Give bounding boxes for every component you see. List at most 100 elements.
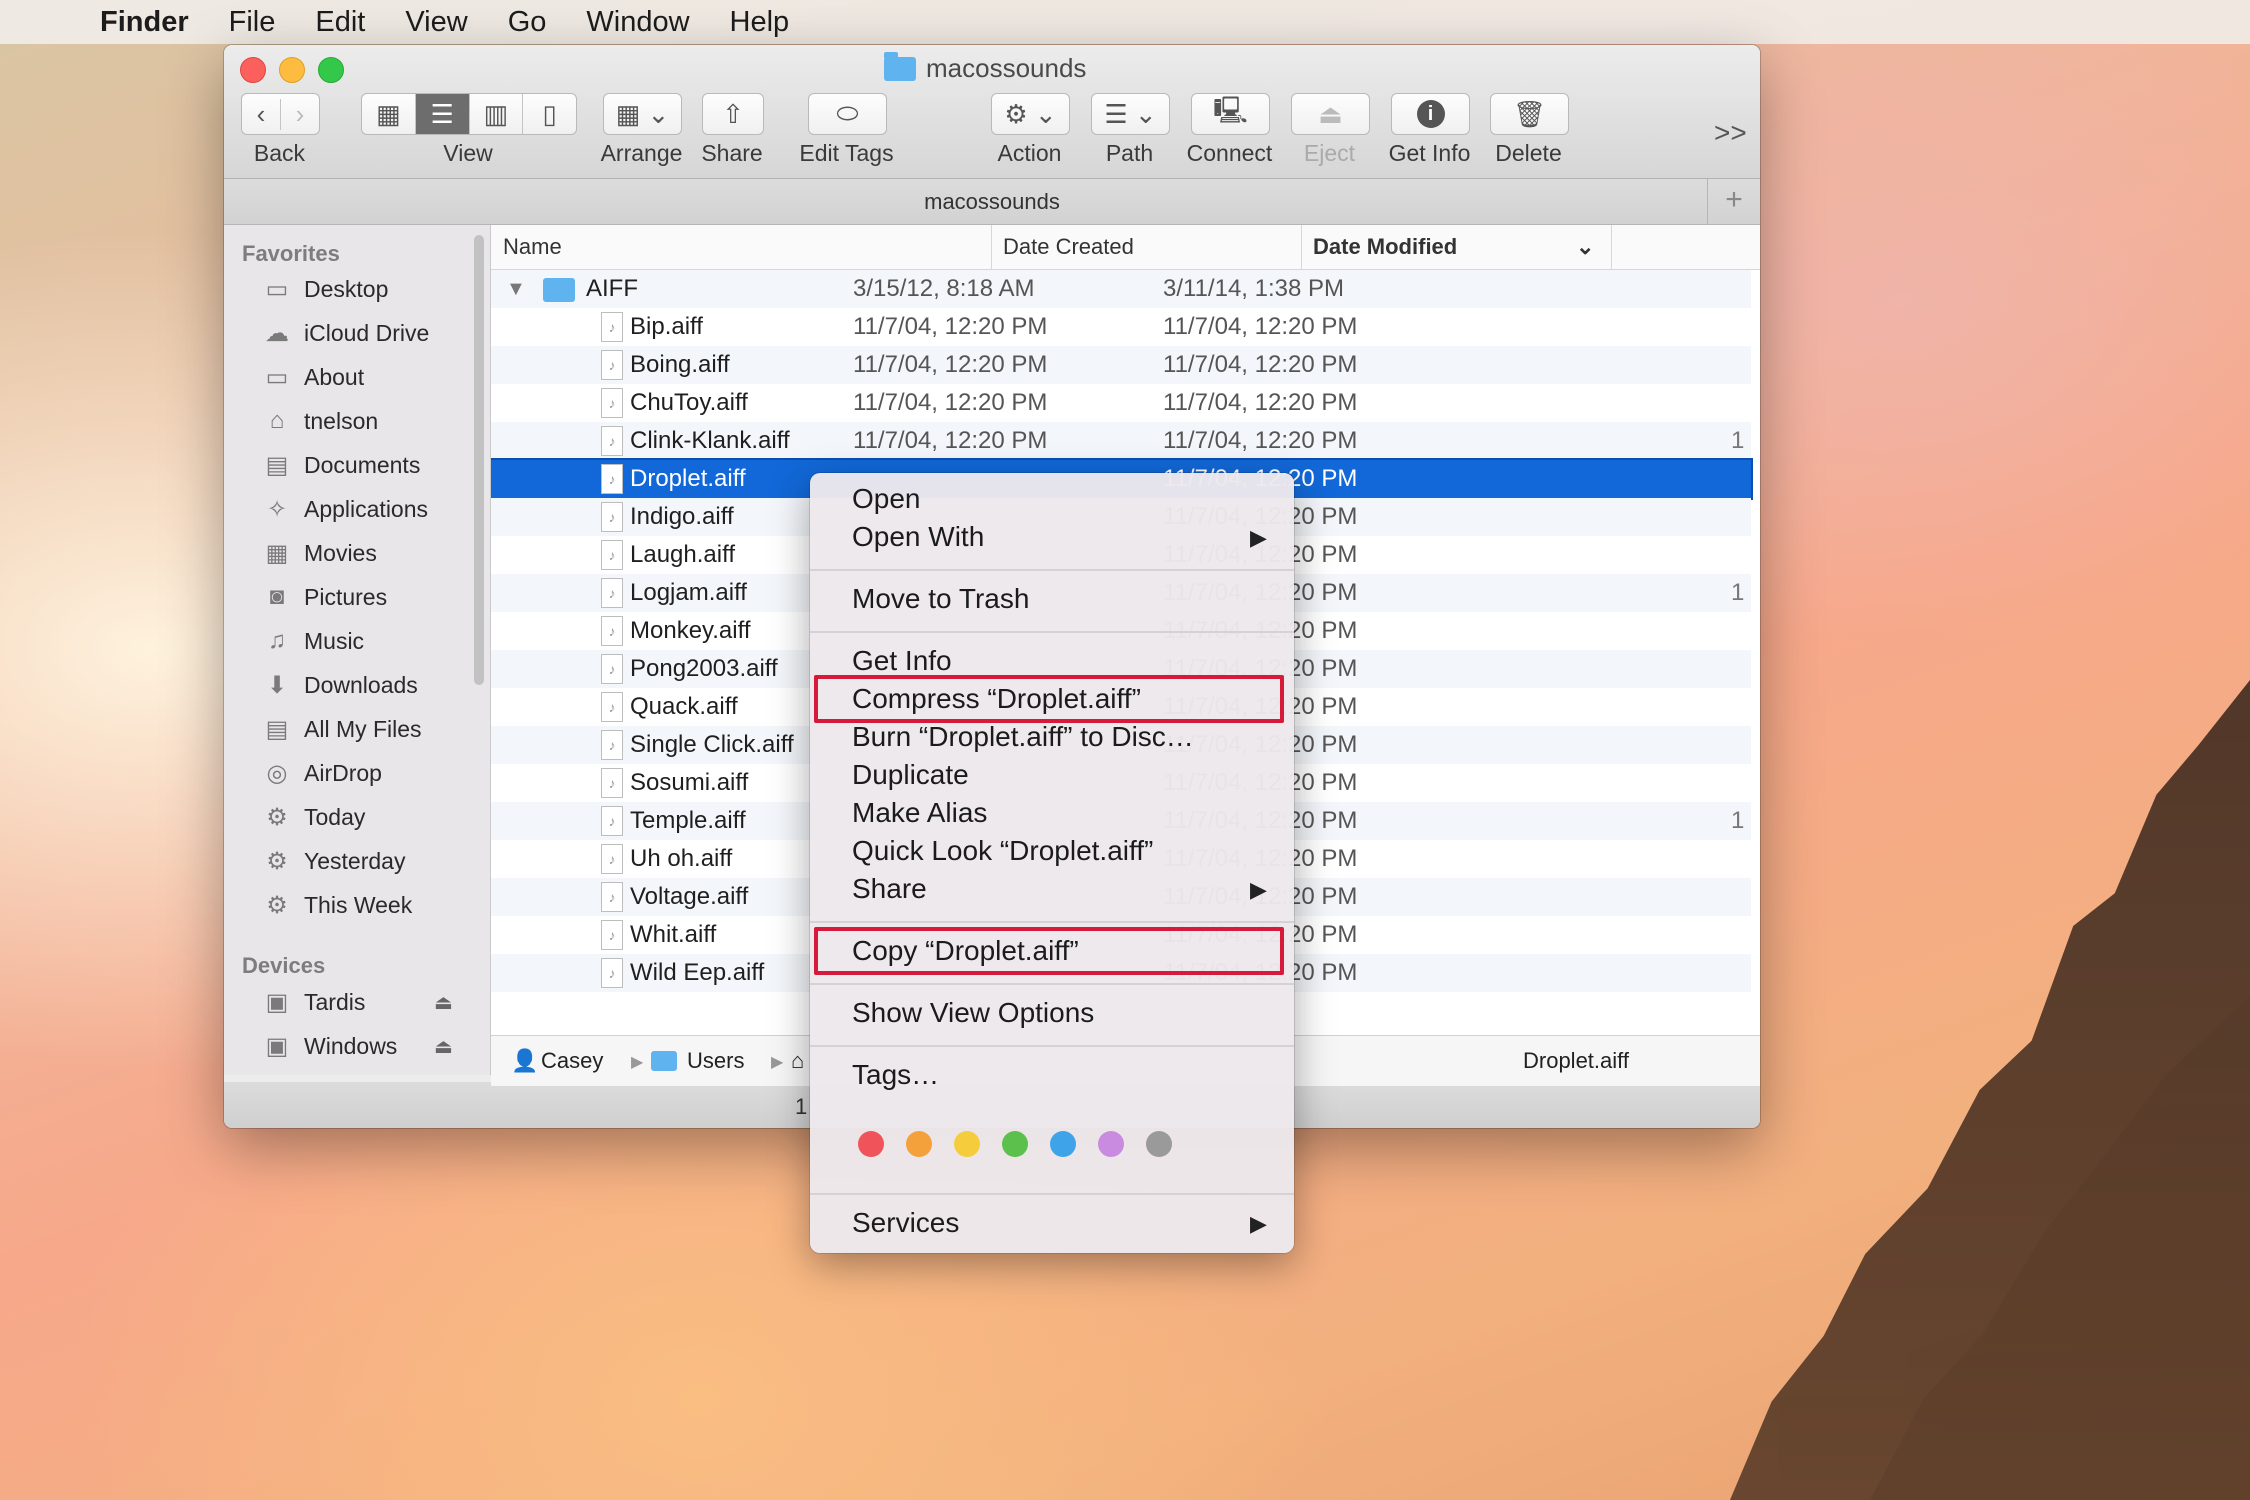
sidebar-item-about[interactable]: ▭ About bbox=[260, 357, 364, 397]
table-row[interactable]: ♪ Clink-Klank.aiff 11/7/04, 12:20 PM 11/7/0… bbox=[491, 422, 1751, 460]
eject-button[interactable]: ⏏ bbox=[1291, 93, 1370, 135]
disclosure-triangle-icon[interactable]: ▼ bbox=[506, 278, 526, 301]
forward-arrow-icon[interactable]: › bbox=[281, 99, 319, 130]
sidebar-item-label: AirDrop bbox=[304, 759, 382, 786]
tag-color-dot[interactable] bbox=[906, 1131, 932, 1157]
menu-view[interactable]: View bbox=[405, 6, 467, 39]
menu-finder[interactable]: Finder bbox=[100, 6, 189, 39]
table-row[interactable]: ♪ ChuToy.aiff 11/7/04, 12:20 PM 11/7/04, 12… bbox=[491, 384, 1751, 422]
column-view-icon[interactable]: ▥ bbox=[470, 94, 524, 134]
menu-make-alias[interactable]: Make Alias bbox=[852, 797, 987, 829]
file-date-modified: 11/7/04, 12:20 PM bbox=[1163, 389, 1358, 416]
column-date-modified[interactable]: Date Modified ⌄ bbox=[1301, 225, 1612, 269]
toolbar-overflow-icon[interactable]: >> bbox=[1714, 117, 1747, 149]
sidebar-item-music[interactable]: ♫ Music bbox=[260, 621, 364, 661]
menu-burn[interactable]: Burn “Droplet.aiff” to Disc… bbox=[852, 721, 1194, 753]
icon-view-icon[interactable]: ▦ bbox=[362, 94, 416, 134]
menu-duplicate[interactable]: Duplicate bbox=[852, 759, 969, 791]
folder-row[interactable]: ▼ AIFF 3/15/12, 8:18 AM 3/11/14, 1:38 PM bbox=[491, 270, 1751, 308]
get-info-label: Get Info bbox=[1388, 140, 1471, 166]
sidebar-item-documents[interactable]: ▤ Documents bbox=[260, 445, 421, 485]
path-item-casey[interactable]: Casey bbox=[541, 1048, 603, 1074]
menu-file[interactable]: File bbox=[229, 6, 276, 39]
eject-icon[interactable]: ⏏ bbox=[434, 1034, 453, 1059]
get-info-button[interactable]: i bbox=[1391, 93, 1470, 135]
column-date-created[interactable]: Date Created bbox=[991, 225, 1302, 269]
menu-get-info[interactable]: Get Info bbox=[852, 645, 952, 677]
home-icon[interactable]: ⌂ bbox=[791, 1048, 804, 1074]
menu-tags[interactable]: Tags… bbox=[852, 1059, 939, 1091]
path-label: Path bbox=[1105, 140, 1154, 166]
menu-open-with[interactable]: Open With bbox=[852, 521, 984, 553]
path-separator-icon: ▶ bbox=[631, 1054, 644, 1071]
path-item-droplet[interactable]: Droplet.aiff bbox=[1523, 1048, 1629, 1074]
menu-open[interactable]: Open bbox=[852, 483, 921, 515]
audio-file-icon: ♪ bbox=[601, 806, 623, 836]
file-date-created: 11/7/04, 12:20 PM bbox=[853, 389, 1048, 416]
tab-title[interactable]: macossounds bbox=[924, 189, 1060, 214]
connect-button[interactable]: 🖳 bbox=[1191, 93, 1270, 135]
devices-header: Devices bbox=[242, 953, 326, 978]
close-button[interactable] bbox=[240, 57, 266, 83]
menu-help[interactable]: Help bbox=[730, 6, 790, 39]
list-view-icon[interactable]: ☰ bbox=[415, 94, 470, 134]
edit-tags-button[interactable]: ⬭ bbox=[808, 93, 887, 135]
sidebar-item-icloud-drive[interactable]: ☁ iCloud Drive bbox=[260, 313, 429, 353]
minimize-button[interactable] bbox=[279, 57, 305, 83]
sidebar-item-this-week[interactable]: ⚙ This Week bbox=[260, 885, 412, 925]
tag-color-dot[interactable] bbox=[1146, 1131, 1172, 1157]
sidebar-item-downloads[interactable]: ⬇ Downloads bbox=[260, 665, 418, 705]
sidebar-device-windows[interactable]: ▣ Windows ⏏ bbox=[260, 1026, 453, 1066]
sidebar-item-movies[interactable]: ▦ Movies bbox=[260, 533, 377, 573]
sidebar-item-applications[interactable]: ✧ Applications bbox=[260, 489, 428, 529]
sidebar-item-label: tnelson bbox=[304, 407, 379, 434]
menu-window[interactable]: Window bbox=[586, 6, 689, 39]
eject-icon[interactable]: ⏏ bbox=[434, 990, 453, 1015]
title-bar: macossounds ‹ › Back ▦ ☰ ▥ ▯ View ▦ ⌄ Ar… bbox=[224, 45, 1760, 179]
folder-name: AIFF bbox=[586, 275, 638, 302]
table-row[interactable]: ♪ Bip.aiff 11/7/04, 12:20 PM 11/7/04, 12:20… bbox=[491, 308, 1751, 346]
menu-edit[interactable]: Edit bbox=[315, 6, 365, 39]
file-name: Indigo.aiff bbox=[630, 503, 734, 530]
sidebar-device-tardis[interactable]: ▣ Tardis ⏏ bbox=[260, 982, 453, 1022]
sidebar-item-tnelson[interactable]: ⌂ tnelson bbox=[260, 401, 378, 441]
delete-button[interactable]: 🗑 bbox=[1490, 93, 1569, 135]
coverflow-view-icon[interactable]: ▯ bbox=[523, 94, 576, 134]
share-button[interactable]: ⇧ bbox=[702, 93, 764, 135]
table-row[interactable]: ♪ Boing.aiff 11/7/04, 12:20 PM 11/7/04, 12:… bbox=[491, 346, 1751, 384]
sidebar-item-desktop[interactable]: ▭ Desktop bbox=[260, 269, 389, 309]
submenu-arrow-icon: ▶ bbox=[1250, 1211, 1267, 1236]
file-name: Bip.aiff bbox=[630, 313, 703, 340]
sidebar-item-label: All My Files bbox=[304, 715, 422, 742]
menu-move-to-trash[interactable]: Move to Trash bbox=[852, 583, 1029, 615]
tag-color-dot[interactable] bbox=[858, 1131, 884, 1157]
file-size-partial: 1 bbox=[1731, 579, 1745, 606]
path-item-users[interactable]: Users bbox=[687, 1048, 744, 1074]
audio-file-icon: ♪ bbox=[601, 844, 623, 874]
tag-color-dot[interactable] bbox=[1002, 1131, 1028, 1157]
menu-share[interactable]: Share bbox=[852, 873, 927, 905]
sidebar-item-yesterday[interactable]: ⚙ Yesterday bbox=[260, 841, 405, 881]
back-arrow-icon[interactable]: ‹ bbox=[242, 98, 281, 130]
menu-separator bbox=[810, 983, 1294, 985]
window-title-text: macossounds bbox=[926, 53, 1087, 83]
menu-show-view-options[interactable]: Show View Options bbox=[852, 997, 1094, 1029]
column-name[interactable]: Name bbox=[491, 225, 992, 269]
new-tab-plus-icon[interactable]: + bbox=[1707, 179, 1760, 224]
menu-quick-look[interactable]: Quick Look “Droplet.aiff” bbox=[852, 835, 1153, 867]
path-button[interactable]: ☰ ⌄ bbox=[1091, 93, 1170, 135]
audio-file-icon: ♪ bbox=[601, 312, 623, 342]
sidebar-item-airdrop[interactable]: ◎ AirDrop bbox=[260, 753, 382, 793]
tag-color-dot[interactable] bbox=[954, 1131, 980, 1157]
arrange-button[interactable]: ▦ ⌄ bbox=[603, 93, 682, 135]
sidebar-item-all-my-files[interactable]: ▤ All My Files bbox=[260, 709, 422, 749]
sidebar-scrollbar[interactable] bbox=[474, 235, 484, 685]
menu-go[interactable]: Go bbox=[508, 6, 547, 39]
menu-services[interactable]: Services bbox=[852, 1207, 959, 1239]
sidebar-item-today[interactable]: ⚙ Today bbox=[260, 797, 365, 837]
tag-color-dot[interactable] bbox=[1050, 1131, 1076, 1157]
sidebar-item-pictures[interactable]: ◙ Pictures bbox=[260, 577, 387, 617]
action-button[interactable]: ⚙ ⌄ bbox=[991, 93, 1070, 135]
zoom-button[interactable] bbox=[318, 57, 344, 83]
tag-color-dot[interactable] bbox=[1098, 1131, 1124, 1157]
